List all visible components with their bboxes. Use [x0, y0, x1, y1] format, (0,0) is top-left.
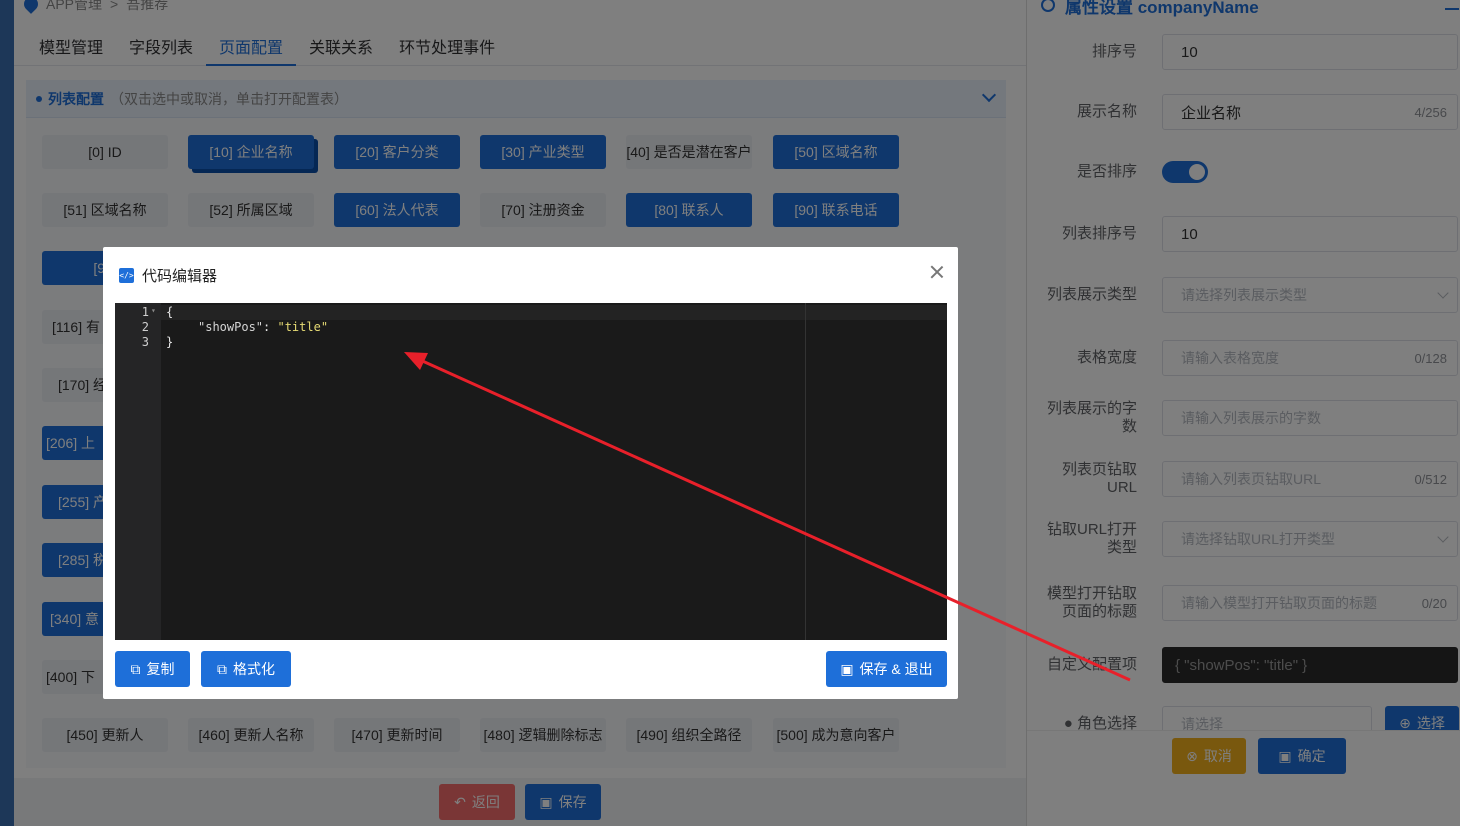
copy-icon: ⧉	[217, 660, 227, 677]
save-icon: ▣	[840, 660, 854, 677]
line-number: 1	[141, 305, 149, 319]
copy-icon: ⧉	[130, 660, 141, 677]
line-number-gutter: 1 ▾ 2 3	[115, 303, 161, 640]
save-exit-label: 保存 & 退出	[859, 661, 933, 677]
code-editor[interactable]: 1 ▾ 2 3 { "showPos": "title" }	[115, 303, 947, 640]
line-number: 3	[141, 335, 149, 349]
code-line-2: "showPos": "title"	[198, 320, 328, 335]
close-icon[interactable]	[930, 265, 944, 279]
copy-button[interactable]: ⧉ 复制	[115, 651, 190, 687]
line-number: 2	[141, 320, 149, 334]
json-string: "title"	[277, 320, 329, 334]
code-line-1: {	[166, 305, 174, 319]
code-editor-dialog: </> 代码编辑器 1 ▾ 2 3 { "showPos": "title" }…	[103, 247, 958, 699]
copy-label: 复制	[146, 661, 175, 677]
code-line-3: }	[166, 335, 174, 349]
print-margin	[805, 303, 806, 640]
save-exit-button[interactable]: ▣ 保存 & 退出	[826, 651, 947, 687]
json-colon: :	[263, 320, 278, 334]
active-line-highlight	[161, 305, 947, 320]
fold-arrow-icon[interactable]: ▾	[151, 306, 156, 315]
code-icon: </>	[119, 267, 134, 283]
json-key: "showPos"	[198, 320, 264, 334]
format-label: 格式化	[233, 661, 275, 677]
dialog-title: 代码编辑器	[142, 267, 218, 285]
format-button[interactable]: ⧉ 格式化	[201, 651, 291, 687]
dialog-header: </> 代码编辑器	[103, 247, 958, 303]
